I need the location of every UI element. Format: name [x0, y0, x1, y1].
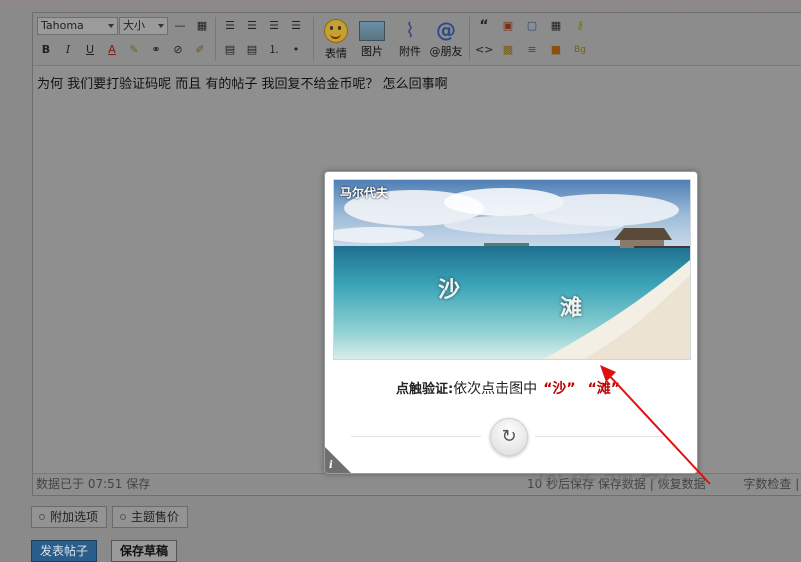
annotation-arrow — [600, 365, 711, 485]
arrow-line — [605, 371, 711, 485]
